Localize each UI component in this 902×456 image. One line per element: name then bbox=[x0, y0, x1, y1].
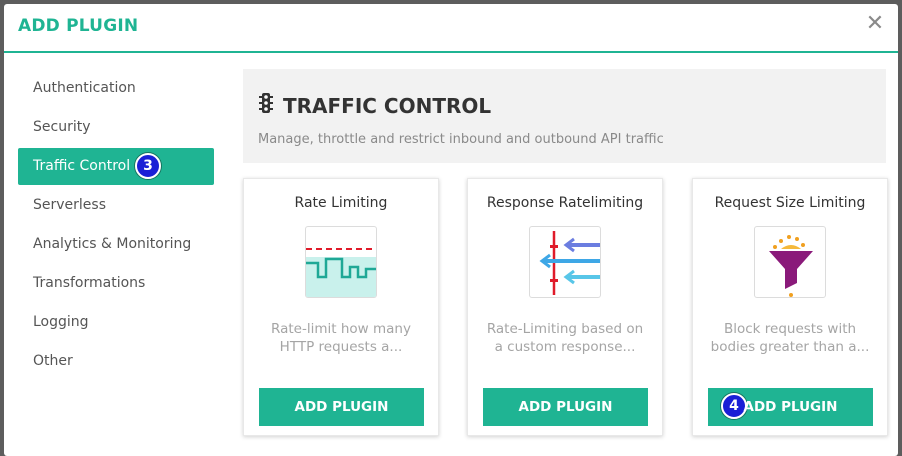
add-plugin-button[interactable]: ADD PLUGIN bbox=[259, 388, 424, 426]
traffic-light-icon bbox=[259, 93, 273, 118]
category-sidebar: Authentication Security Traffic Control … bbox=[18, 70, 214, 382]
sidebar-item-other[interactable]: Other bbox=[18, 343, 214, 380]
button-label: ADD PLUGIN bbox=[518, 399, 613, 415]
plugin-title: Request Size Limiting bbox=[714, 195, 866, 211]
sidebar-item-logging[interactable]: Logging bbox=[18, 304, 214, 341]
sidebar-item-analytics-monitoring[interactable]: Analytics & Monitoring bbox=[18, 226, 214, 263]
section-description: Manage, throttle and restrict inbound an… bbox=[258, 132, 664, 147]
sidebar-item-label: Logging bbox=[33, 314, 89, 330]
plugin-card-request-size-limiting: Request Size Limiting Block requests wit… bbox=[692, 178, 888, 436]
step-badge: 3 bbox=[135, 153, 161, 179]
modal-header: ADD PLUGIN ✕ bbox=[4, 4, 898, 53]
add-plugin-modal: ADD PLUGIN ✕ Authentication Security Tra… bbox=[4, 4, 898, 456]
plugin-title: Rate Limiting bbox=[294, 195, 388, 211]
plugin-description: Block requests with bodies greater than … bbox=[710, 321, 870, 355]
section-banner: TRAFFIC CONTROL Manage, throttle and res… bbox=[243, 69, 886, 163]
sidebar-item-label: Security bbox=[33, 119, 91, 135]
close-icon[interactable]: ✕ bbox=[864, 13, 886, 35]
add-plugin-button[interactable]: ADD PLUGIN bbox=[483, 388, 648, 426]
button-label: ADD PLUGIN bbox=[294, 399, 389, 415]
section-title: TRAFFIC CONTROL bbox=[283, 93, 492, 118]
sidebar-item-label: Serverless bbox=[33, 197, 107, 213]
sidebar-item-transformations[interactable]: Transformations bbox=[18, 265, 214, 302]
plugin-title: Response Ratelimiting bbox=[486, 195, 644, 211]
plugin-card-rate-limiting: Rate Limiting Rate-limit how many HTTP r… bbox=[243, 178, 439, 436]
sidebar-item-label: Authentication bbox=[33, 80, 136, 96]
sidebar-item-label: Analytics & Monitoring bbox=[33, 236, 192, 252]
plugin-card-response-ratelimiting: Response Ratelimiting Rate-Limiting base… bbox=[467, 178, 663, 436]
sidebar-item-label: Transformations bbox=[33, 275, 146, 291]
funnel-icon bbox=[754, 226, 826, 298]
sidebar-item-label: Traffic Control bbox=[33, 158, 131, 174]
plugin-description: Rate-limit how many HTTP requests a... bbox=[271, 321, 411, 355]
rate-limiting-icon bbox=[305, 226, 377, 298]
plugin-description: Rate-Limiting based on a custom response… bbox=[486, 321, 644, 355]
response-ratelimiting-icon bbox=[529, 226, 601, 298]
sidebar-item-label: Other bbox=[33, 353, 73, 369]
add-plugin-button[interactable]: 4 ADD PLUGIN bbox=[708, 388, 873, 426]
sidebar-item-authentication[interactable]: Authentication bbox=[18, 70, 214, 107]
button-label: ADD PLUGIN bbox=[743, 399, 838, 415]
sidebar-item-security[interactable]: Security bbox=[18, 109, 214, 146]
sidebar-item-serverless[interactable]: Serverless bbox=[18, 187, 214, 224]
section-title-row: TRAFFIC CONTROL bbox=[259, 93, 491, 118]
modal-title: ADD PLUGIN bbox=[18, 16, 139, 36]
sidebar-item-traffic-control[interactable]: Traffic Control 3 bbox=[18, 148, 214, 185]
